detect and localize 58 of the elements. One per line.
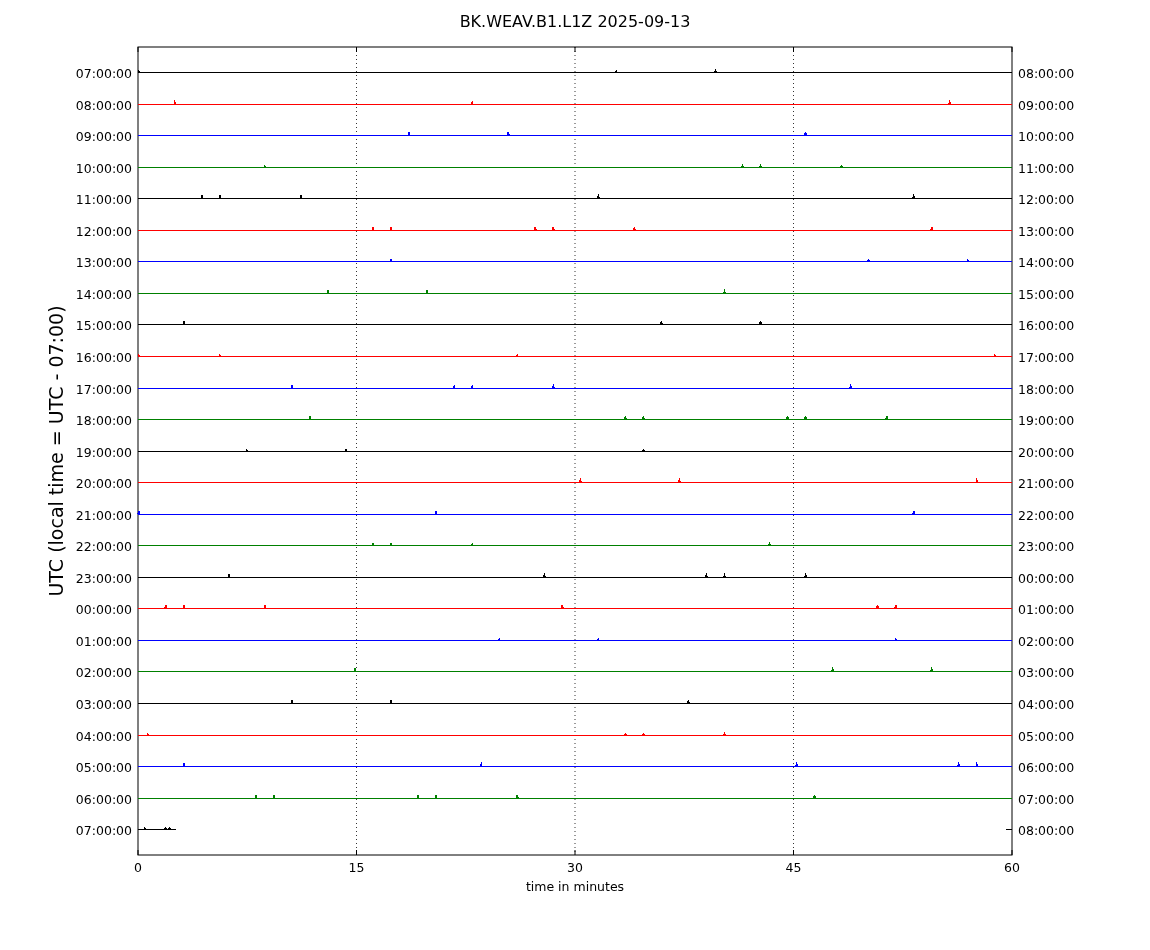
hour-label: 02:00:00 xyxy=(1018,633,1075,649)
hour-label: 05:00:00 xyxy=(1018,728,1075,744)
x-tick-label: 30 xyxy=(567,860,583,875)
x-tick-label: 15 xyxy=(348,860,365,875)
hour-label: 11:00:00 xyxy=(1018,160,1075,176)
hour-label: 22:00:00 xyxy=(1018,507,1075,523)
hour-label: 03:00:00 xyxy=(1018,664,1075,680)
hour-label: 18:00:00 xyxy=(1018,381,1075,397)
hour-label: 09:00:00 xyxy=(75,128,132,144)
hour-label: 04:00:00 xyxy=(1018,696,1075,712)
hour-label: 16:00:00 xyxy=(75,349,132,365)
x-tick-label: 60 xyxy=(1004,860,1020,875)
hour-label: 07:00:00 xyxy=(75,65,132,81)
x-tick-label: 0 xyxy=(134,860,142,875)
hour-label: 07:00:00 xyxy=(75,822,132,838)
hour-label: 17:00:00 xyxy=(75,381,132,397)
hour-label: 17:00:00 xyxy=(1018,349,1075,365)
hour-label: 02:00:00 xyxy=(75,664,132,680)
hour-label: 08:00:00 xyxy=(1018,822,1075,838)
hour-label: 08:00:00 xyxy=(1018,65,1075,81)
hour-label: 23:00:00 xyxy=(75,570,132,586)
x-axis-label: time in minutes xyxy=(525,879,625,894)
hour-label: 22:00:00 xyxy=(75,538,132,554)
hour-label: 23:00:00 xyxy=(1018,538,1075,554)
hour-label: 21:00:00 xyxy=(75,507,132,523)
hour-label: 20:00:00 xyxy=(1018,444,1075,460)
hour-label: 14:00:00 xyxy=(75,286,132,302)
hour-label: 03:00:00 xyxy=(75,696,132,712)
hour-label: 07:00:00 xyxy=(1018,791,1075,807)
hour-label: 06:00:00 xyxy=(75,791,132,807)
hour-label: 16:00:00 xyxy=(1018,317,1075,333)
hour-label: 10:00:00 xyxy=(1018,128,1075,144)
hour-label: 14:00:00 xyxy=(1018,254,1075,270)
chart-title: BK.WEAV.B1.L1Z 2025-09-13 xyxy=(459,12,691,31)
hour-label: 20:00:00 xyxy=(75,475,132,491)
hour-label: 18:00:00 xyxy=(75,412,132,428)
hour-label: 19:00:00 xyxy=(1018,412,1075,428)
x-tick-label: 45 xyxy=(785,860,802,875)
hour-label: 15:00:00 xyxy=(1018,286,1075,302)
hour-label: 04:00:00 xyxy=(75,728,132,744)
hour-label: 00:00:00 xyxy=(1018,570,1075,586)
hour-label: 06:00:00 xyxy=(1018,759,1075,775)
hour-label: 21:00:00 xyxy=(1018,475,1075,491)
hour-label: 12:00:00 xyxy=(1018,191,1075,207)
y-axis-label: UTC (local time = UTC - 07:00) xyxy=(45,305,67,597)
hour-label: 00:00:00 xyxy=(75,601,132,617)
hour-label: 12:00:00 xyxy=(75,223,132,239)
hour-label: 01:00:00 xyxy=(75,633,132,649)
hour-label: 13:00:00 xyxy=(1018,223,1075,239)
hour-label: 13:00:00 xyxy=(75,254,132,270)
hour-label: 05:00:00 xyxy=(75,759,132,775)
hour-label: 10:00:00 xyxy=(75,160,132,176)
hour-label: 11:00:00 xyxy=(75,191,132,207)
hour-label: 08:00:00 xyxy=(75,97,132,113)
hour-label: 19:00:00 xyxy=(75,444,132,460)
hour-label: 15:00:00 xyxy=(75,317,132,333)
hour-label: 01:00:00 xyxy=(1018,601,1075,617)
hour-label: 09:00:00 xyxy=(1018,97,1075,113)
